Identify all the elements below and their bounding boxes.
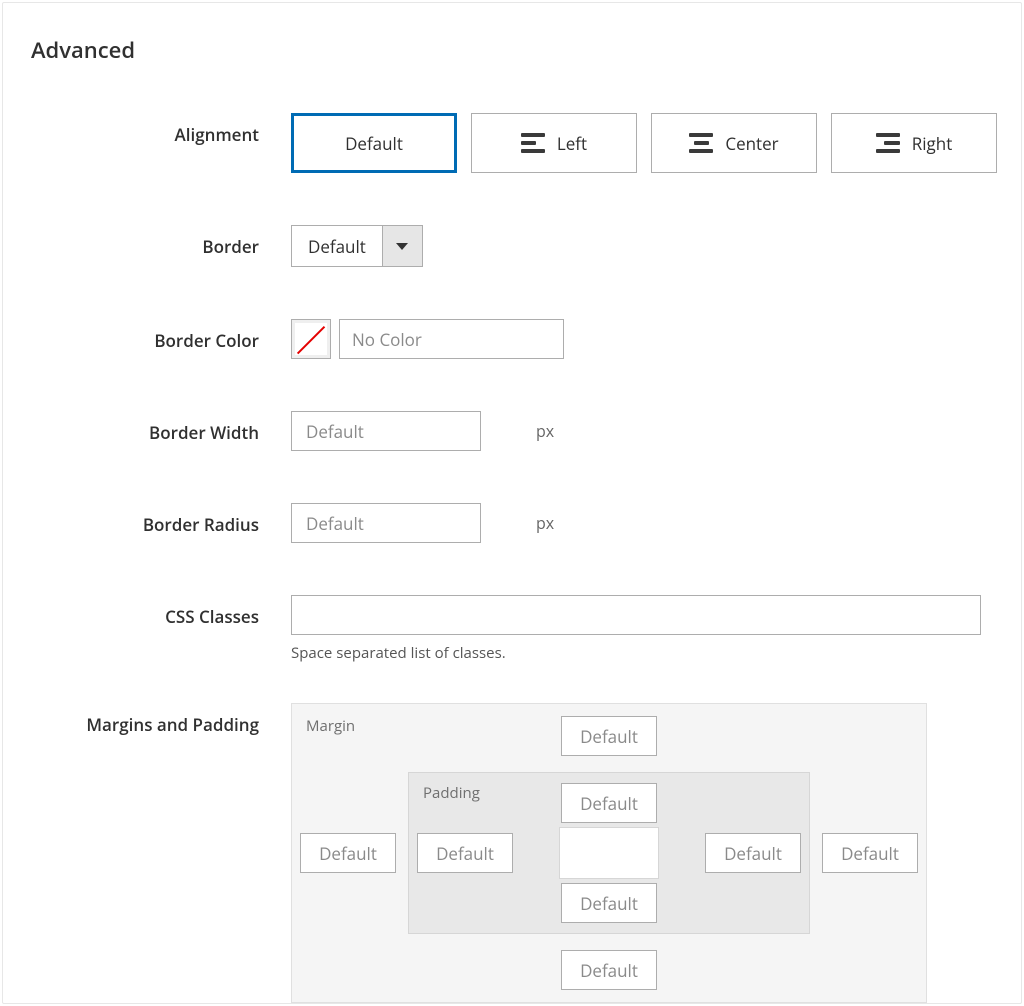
border-select-value: Default	[292, 226, 382, 266]
margin-right-input[interactable]	[822, 833, 918, 873]
margins-padding-field: Margins and Padding Margin Padding	[31, 703, 993, 1003]
alignment-field: Alignment Default Left Center	[31, 113, 993, 173]
border-radius-label: Border Radius	[31, 503, 291, 536]
border-width-input[interactable]	[304, 419, 528, 444]
align-center-icon	[689, 133, 713, 153]
padding-box-label: Padding	[423, 783, 480, 803]
css-classes-label: CSS Classes	[31, 595, 291, 628]
no-color-icon	[295, 323, 327, 355]
border-color-label: Border Color	[31, 319, 291, 352]
alignment-option-left[interactable]: Left	[471, 113, 637, 173]
padding-right-input[interactable]	[705, 833, 801, 873]
border-select-handle[interactable]	[382, 226, 422, 266]
alignment-option-right[interactable]: Right	[831, 113, 997, 173]
alignment-option-center[interactable]: Center	[651, 113, 817, 173]
padding-left-input[interactable]	[417, 833, 513, 873]
padding-bottom-input[interactable]	[561, 883, 657, 923]
caret-down-icon	[396, 243, 408, 250]
border-color-swatch[interactable]	[291, 319, 331, 359]
alignment-option-default[interactable]: Default	[291, 113, 457, 173]
border-width-input-wrap: px	[291, 411, 481, 451]
alignment-option-label: Default	[345, 132, 403, 155]
border-radius-field: Border Radius px	[31, 503, 993, 543]
border-radius-input[interactable]	[304, 511, 528, 536]
alignment-options: Default Left Center	[291, 113, 997, 173]
content-box	[559, 827, 659, 879]
margin-left-input[interactable]	[300, 833, 396, 873]
padding-box: Padding	[408, 772, 810, 934]
border-radius-unit: px	[528, 512, 554, 534]
border-width-label: Border Width	[31, 411, 291, 444]
align-right-icon	[876, 133, 900, 153]
section-title: Advanced	[31, 35, 993, 65]
border-color-input[interactable]	[339, 319, 564, 359]
css-classes-input[interactable]	[291, 595, 981, 635]
border-width-field: Border Width px	[31, 411, 993, 451]
margin-bottom-input[interactable]	[561, 950, 657, 990]
alignment-option-label: Right	[912, 132, 953, 155]
padding-top-input[interactable]	[561, 783, 657, 823]
css-classes-hint: Space separated list of classes.	[291, 643, 993, 663]
border-width-unit: px	[528, 420, 554, 442]
margin-box-label: Margin	[306, 716, 355, 736]
margin-box: Margin Padding	[291, 703, 927, 1003]
border-select[interactable]: Default	[291, 225, 423, 267]
align-left-icon	[521, 133, 545, 153]
border-label: Border	[31, 225, 291, 258]
border-field: Border Default	[31, 225, 993, 267]
alignment-option-label: Center	[725, 132, 778, 155]
alignment-label: Alignment	[31, 113, 291, 146]
border-radius-input-wrap: px	[291, 503, 481, 543]
alignment-option-label: Left	[557, 132, 587, 155]
margins-padding-label: Margins and Padding	[31, 703, 291, 736]
margin-top-input[interactable]	[561, 716, 657, 756]
advanced-section: Advanced Alignment Default Left	[2, 2, 1022, 1004]
css-classes-field: CSS Classes Space separated list of clas…	[31, 595, 993, 663]
border-color-field: Border Color	[31, 319, 993, 359]
